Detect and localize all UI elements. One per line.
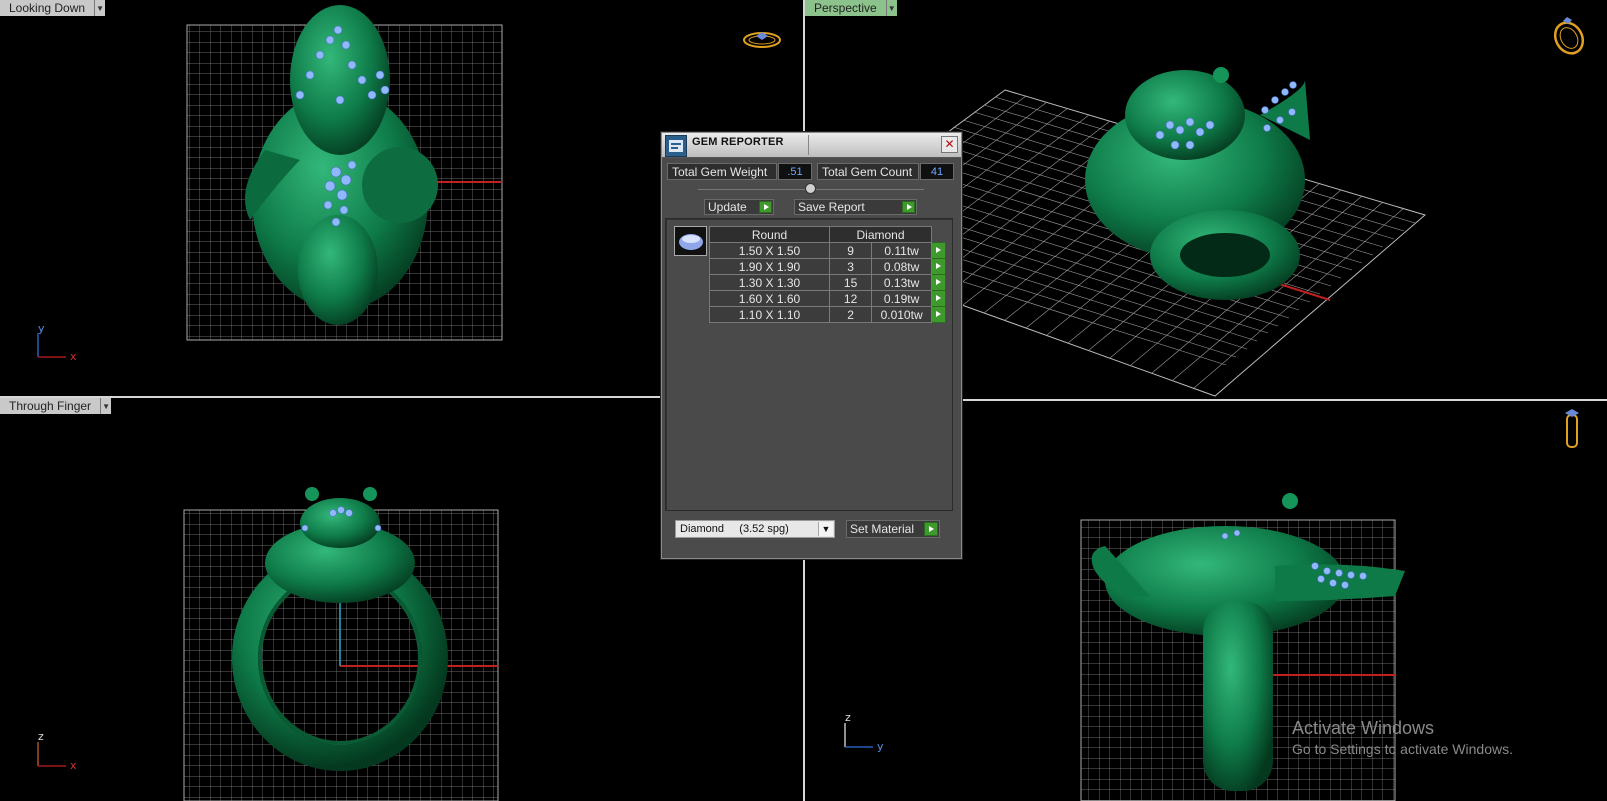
go-arrow-icon bbox=[924, 522, 938, 536]
go-arrow-icon bbox=[759, 201, 772, 213]
watermark-title: Activate Windows bbox=[1292, 718, 1435, 738]
axis-indicator-yz bbox=[844, 723, 873, 748]
material-select[interactable]: Diamond (3.52 spg) ▼ bbox=[675, 520, 835, 538]
table-row[interactable]: 1.10 X 1.10 2 0.010tw bbox=[709, 306, 946, 323]
axis-label-x: x bbox=[70, 350, 77, 363]
column-header-material: Diamond bbox=[829, 226, 932, 243]
gem-count: 12 bbox=[828, 290, 873, 307]
table-row[interactable]: 1.90 X 1.90 3 0.08tw bbox=[709, 258, 946, 275]
viewport-label-looking-down[interactable]: Looking Down ▼ bbox=[0, 0, 106, 16]
set-material-button[interactable]: Set Material bbox=[846, 520, 940, 538]
activate-windows-watermark: Activate Windows Go to Settings to activ… bbox=[1292, 718, 1513, 757]
viewport-label-through-finger[interactable]: Through Finger ▼ bbox=[0, 398, 112, 414]
axis-label-x: x bbox=[70, 759, 77, 772]
gem-weight: 0.19tw bbox=[871, 290, 932, 307]
splitter-knob[interactable] bbox=[805, 183, 816, 194]
dialog-title-bar[interactable]: GEM REPORTER ✕ bbox=[662, 133, 961, 158]
go-arrow-icon bbox=[902, 201, 915, 213]
total-gem-count-label: Total Gem Count bbox=[817, 163, 919, 180]
go-arrow-icon[interactable] bbox=[931, 274, 946, 291]
gem-count: 3 bbox=[828, 258, 873, 275]
gem-list-area[interactable]: Round Diamond 1.50 X 1.50 9 0.11tw 1.90 … bbox=[665, 218, 953, 511]
gem-weight: 0.08tw bbox=[871, 258, 932, 275]
viewport-label-perspective[interactable]: Perspective ▼ bbox=[805, 0, 897, 16]
material-select-value: Diamond (3.52 spg) bbox=[680, 523, 789, 535]
total-gem-weight-value: .51 bbox=[778, 163, 812, 180]
title-separator bbox=[808, 135, 809, 155]
axis-label-y: y bbox=[38, 322, 45, 335]
table-row[interactable]: 1.30 X 1.30 15 0.13tw bbox=[709, 274, 946, 291]
gem-count: 15 bbox=[828, 274, 873, 291]
dialog-title: GEM REPORTER bbox=[692, 136, 784, 148]
save-report-button-label: Save Report bbox=[798, 200, 865, 214]
update-button-label: Update bbox=[708, 200, 747, 214]
column-header-shape: Round bbox=[709, 226, 830, 243]
table-row[interactable]: 1.60 X 1.60 12 0.19tw bbox=[709, 290, 946, 307]
chevron-down-icon[interactable]: ▼ bbox=[818, 522, 833, 536]
watermark-subtitle: Go to Settings to activate Windows. bbox=[1292, 741, 1513, 757]
go-arrow-icon[interactable] bbox=[931, 242, 946, 259]
axis-label-z: z bbox=[38, 730, 44, 743]
axis-label-z: z bbox=[845, 711, 851, 724]
gem-weight: 0.13tw bbox=[871, 274, 932, 291]
total-gem-weight-label: Total Gem Weight bbox=[667, 163, 777, 180]
go-arrow-icon[interactable] bbox=[931, 306, 946, 323]
gem-count: 2 bbox=[828, 306, 873, 323]
ring-view-perspective-icon[interactable] bbox=[1547, 12, 1591, 56]
gem-weight: 0.11tw bbox=[871, 242, 932, 259]
go-arrow-icon[interactable] bbox=[931, 258, 946, 275]
viewport-label-text: Through Finger bbox=[0, 398, 102, 414]
ring-view-side-icon[interactable] bbox=[1550, 407, 1594, 451]
gem-size: 1.50 X 1.50 bbox=[709, 242, 830, 259]
table-row[interactable]: 1.50 X 1.50 9 0.11tw bbox=[709, 242, 946, 259]
gem-count: 9 bbox=[828, 242, 873, 259]
go-arrow-icon[interactable] bbox=[931, 290, 946, 307]
gem-size: 1.10 X 1.10 bbox=[709, 306, 830, 323]
axis-label-y: y bbox=[877, 740, 884, 753]
dropdown-arrow-icon[interactable]: ▼ bbox=[886, 0, 897, 16]
axis-indicator-xy bbox=[37, 333, 66, 358]
gem-size: 1.90 X 1.90 bbox=[709, 258, 830, 275]
axis-indicator-xz bbox=[37, 742, 66, 767]
set-material-button-label: Set Material bbox=[850, 522, 915, 536]
gem-weight: 0.010tw bbox=[871, 306, 932, 323]
dropdown-arrow-icon[interactable]: ▼ bbox=[101, 398, 112, 414]
ring-view-top-icon[interactable] bbox=[740, 22, 784, 66]
gem-thumbnail-icon[interactable] bbox=[674, 226, 707, 256]
gem-table: Round Diamond 1.50 X 1.50 9 0.11tw 1.90 … bbox=[709, 226, 946, 323]
gem-size: 1.30 X 1.30 bbox=[709, 274, 830, 291]
gem-reporter-dialog: GEM REPORTER ✕ Total Gem Weight .51 Tota… bbox=[661, 132, 962, 559]
total-gem-count-value: 41 bbox=[920, 163, 954, 180]
dropdown-arrow-icon[interactable]: ▼ bbox=[95, 0, 106, 16]
gem-size: 1.60 X 1.60 bbox=[709, 290, 830, 307]
close-icon[interactable]: ✕ bbox=[941, 136, 958, 153]
update-button[interactable]: Update bbox=[704, 199, 774, 215]
gem-reporter-icon bbox=[665, 135, 687, 157]
viewport-label-text: Perspective bbox=[805, 0, 887, 16]
viewport-label-text: Looking Down bbox=[0, 0, 96, 16]
save-report-button[interactable]: Save Report bbox=[794, 199, 917, 215]
